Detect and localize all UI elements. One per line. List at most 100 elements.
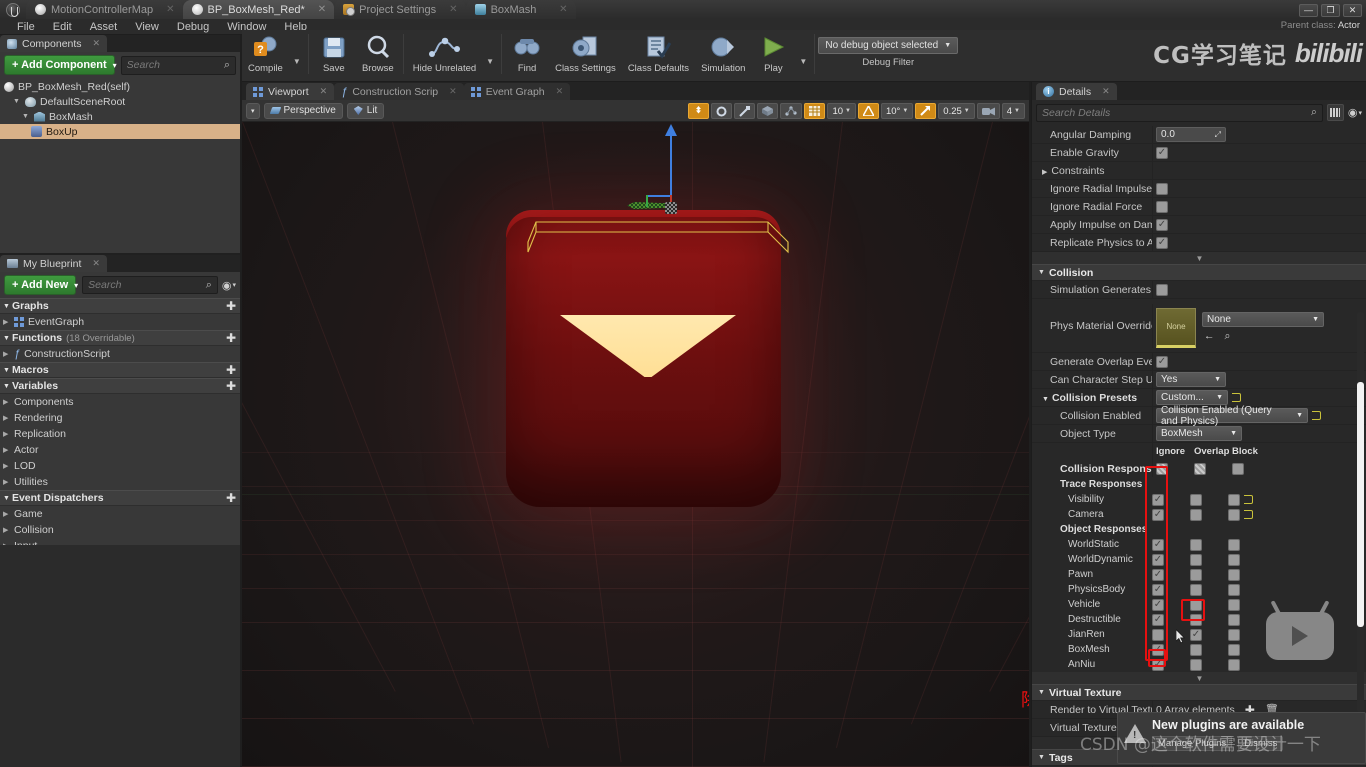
details-top-expander[interactable]: ▼ — [1032, 252, 1366, 264]
checkbox-pawn-overlap[interactable]: ✓ — [1190, 568, 1228, 581]
viewport-options-button[interactable]: ▾ — [246, 102, 260, 119]
toolbar-play-button[interactable]: Play — [751, 30, 795, 82]
tab-components[interactable]: Components ✕ — [0, 35, 108, 52]
object-type-combo[interactable]: BoxMesh ▼ — [1156, 426, 1242, 441]
component-root-row[interactable]: BP_BoxMesh_Red(self) — [0, 79, 240, 94]
my-blueprint-search-input[interactable]: Search ⌕ — [82, 276, 218, 294]
collision-presets-combo[interactable]: Custom... ▼ — [1156, 390, 1228, 405]
checkbox-vehicle-ignore[interactable]: ✓ — [1152, 598, 1190, 611]
triangle-right-icon[interactable]: ▶ — [3, 526, 10, 534]
close-button[interactable]: ✕ — [1343, 4, 1362, 17]
bp-item-eventgraph[interactable]: ▶ EventGraph — [0, 314, 240, 330]
close-icon[interactable]: ✕ — [92, 258, 100, 269]
chevron-down-icon[interactable]: ▼ — [482, 57, 498, 66]
checkbox-pawn-ignore[interactable]: ✓ — [1152, 568, 1190, 581]
bp-item-lod[interactable]: ▶ LOD — [0, 458, 240, 474]
triangle-right-icon[interactable]: ▶ — [3, 430, 10, 438]
checkbox-visibility-block[interactable]: ✓ — [1228, 493, 1266, 506]
details-visibility-button[interactable]: ◉ ▾ — [1348, 106, 1362, 119]
tab-my-blueprint[interactable]: My Blueprint ✕ — [0, 255, 107, 272]
browse-asset-icon[interactable]: ⌕ — [1225, 330, 1231, 343]
bp-item-rendering[interactable]: ▶ Rendering — [0, 410, 240, 426]
components-search-input[interactable]: Search ⌕ — [120, 55, 236, 75]
maximize-button[interactable]: ❐ — [1321, 4, 1340, 17]
checkbox-worldstatic-ignore[interactable]: ✓ — [1152, 538, 1190, 551]
checkbox-anniu-block[interactable]: ✓ — [1228, 658, 1266, 671]
virtual-texture-category-header[interactable]: ▼ Virtual Texture — [1032, 684, 1366, 701]
component-row-defaultsceneroot[interactable]: ▼ DefaultSceneRoot — [0, 94, 240, 109]
triangle-right-icon[interactable]: ▶ — [3, 414, 10, 422]
visibility-options-button[interactable]: ◉ ▾ — [222, 279, 236, 292]
viewport-grid-snap-icon[interactable] — [804, 103, 826, 119]
window-tab-motioncontrollermap[interactable]: MotionControllerMap ✕ — [26, 0, 183, 19]
checkbox-camera-ignore[interactable]: ✓ — [1152, 508, 1190, 521]
bp-item-components[interactable]: ▶ Components — [0, 394, 240, 410]
chevron-down-icon[interactable]: ▼ — [289, 57, 305, 66]
view-mode-button[interactable]: Perspective — [263, 102, 343, 119]
checkbox-ignore-radial-impulse[interactable]: ✓ — [1156, 182, 1168, 195]
checkbox-enable-gravity[interactable]: ✓ — [1156, 146, 1168, 159]
viewport-tab-viewport[interactable]: Viewport ✕ — [246, 83, 335, 100]
triangle-right-icon[interactable]: ▶ — [3, 318, 10, 326]
toolbar-simulation-button[interactable]: Simulation — [695, 30, 751, 82]
gizmo-z-axis[interactable] — [665, 124, 677, 197]
menu-item-file[interactable]: File — [8, 19, 44, 35]
add-component-button[interactable]: + Add Component — [4, 55, 115, 75]
revert-icon[interactable] — [1244, 495, 1253, 504]
close-icon[interactable]: ✕ — [551, 4, 567, 15]
close-icon[interactable]: ✕ — [449, 86, 457, 97]
viewport-scale-snap-value[interactable]: 0.25 ▼ — [938, 103, 975, 119]
add-icon[interactable]: ✚ — [226, 363, 236, 377]
checkbox-camera-overlap[interactable]: ✓ — [1190, 508, 1228, 521]
triangle-down-icon[interactable]: ▼ — [13, 98, 21, 105]
viewport-3d-scene[interactable]: 除了剑刃有交叠其他都没有 Z Y X — [242, 122, 1029, 767]
window-tab-boxmash[interactable]: BoxMash ✕ — [465, 0, 576, 19]
component-row-boxmash[interactable]: ▼ BoxMash — [0, 109, 240, 124]
checkbox-boxmesh-block[interactable]: ✓ — [1228, 643, 1266, 656]
triangle-down-icon[interactable]: ▼ — [22, 113, 30, 120]
revert-icon[interactable] — [1312, 411, 1321, 420]
details-column-view-button[interactable] — [1326, 104, 1344, 121]
checkbox-ignore-radial-force[interactable]: ✓ — [1156, 200, 1168, 213]
viewport-camera-speed-value[interactable]: 4 ▼ — [1001, 103, 1025, 119]
close-icon[interactable]: ✕ — [158, 4, 174, 15]
checkbox-physicsbody-block[interactable]: ✓ — [1228, 583, 1266, 596]
gizmo-green-axis[interactable] — [646, 195, 648, 207]
viewport-angle-snap-value[interactable]: 10° ▼ — [880, 103, 914, 119]
minimize-button[interactable]: — — [1299, 4, 1318, 17]
triangle-right-icon[interactable]: ▶ — [3, 478, 10, 486]
master-checkbox-ignore[interactable] — [1156, 462, 1194, 475]
bp-item-collision[interactable]: ▶ Collision — [0, 522, 240, 538]
triangle-right-icon[interactable]: ▶ — [3, 350, 10, 358]
add-icon[interactable]: ✚ — [226, 331, 236, 345]
viewport-camera-speed-icon[interactable] — [976, 103, 1000, 119]
checkbox-worldstatic-overlap[interactable]: ✓ — [1190, 538, 1228, 551]
bp-item-utilities[interactable]: ▶ Utilities — [0, 474, 240, 490]
checkbox-visibility-overlap[interactable]: ✓ — [1190, 493, 1228, 506]
checkbox-destructible-block[interactable]: ✓ — [1228, 613, 1266, 626]
bp-section-variables[interactable]: ▼ Variables ✚ — [0, 378, 240, 394]
toolbar-hide-unrelated-button[interactable]: Hide Unrelated — [407, 30, 482, 82]
triangle-right-icon[interactable]: ▶ — [3, 510, 10, 518]
phys-material-thumbnail[interactable]: None — [1156, 307, 1196, 348]
toolbar-compile-button[interactable]: ? Compile — [242, 30, 289, 82]
checkbox-apply-impulse-on-damage[interactable]: ✓ — [1156, 218, 1168, 231]
close-icon[interactable]: ✕ — [556, 86, 564, 97]
triangle-down-icon[interactable]: ▼ — [1042, 396, 1049, 403]
viewport-tab-constructionscrip[interactable]: ƒ Construction Scrip ✕ — [334, 83, 464, 100]
close-icon[interactable]: ✕ — [310, 4, 326, 15]
input-angular-damping[interactable]: 0.0 ⤢ — [1156, 127, 1226, 142]
bp-item-replication[interactable]: ▶ Replication — [0, 426, 240, 442]
details-search-input[interactable]: Search Details ⌕ — [1036, 103, 1323, 122]
checkbox-worldstatic-block[interactable]: ✓ — [1228, 538, 1266, 551]
checkbox-replicate-physics-to-autono[interactable]: ✓ — [1156, 236, 1168, 249]
checkbox-boxmesh-overlap[interactable]: ✓ — [1190, 643, 1228, 656]
debug-object-select[interactable]: No debug object selected ▼ — [818, 37, 959, 54]
checkbox-anniu-overlap[interactable]: ✓ — [1190, 658, 1228, 671]
bp-item-actor[interactable]: ▶ Actor — [0, 442, 240, 458]
viewport-angle-snap-icon[interactable] — [857, 103, 879, 119]
checkbox-destructible-overlap[interactable]: ✓ — [1190, 613, 1228, 626]
toolbar-save-button[interactable]: Save — [312, 30, 356, 82]
triangle-right-icon[interactable]: ▶ — [3, 446, 10, 454]
triangle-right-icon[interactable]: ▶ — [1042, 169, 1047, 176]
